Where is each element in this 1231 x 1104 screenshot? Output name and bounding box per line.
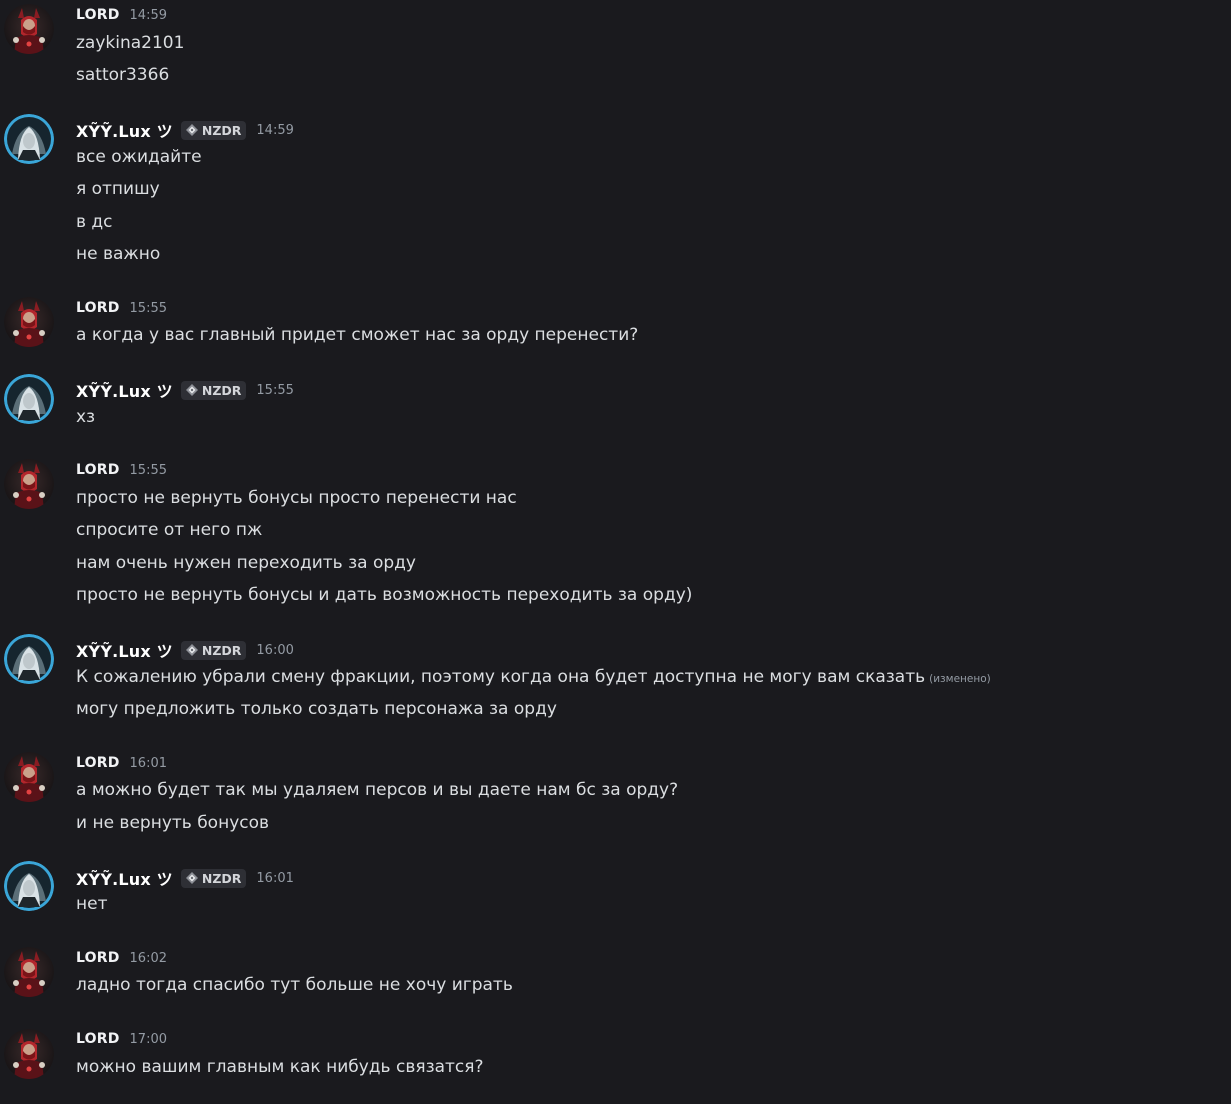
demon-warrior-avatar bbox=[4, 1029, 54, 1079]
message-text: хз bbox=[76, 407, 96, 427]
white-haired-girl-avatar bbox=[4, 861, 54, 911]
author-name[interactable]: LORD bbox=[76, 1031, 120, 1047]
demon-warrior-avatar bbox=[4, 4, 54, 54]
message-timestamp: 14:59 bbox=[256, 122, 294, 138]
demon-warrior-avatar bbox=[4, 947, 54, 997]
message-timestamp: 16:02 bbox=[129, 950, 167, 966]
demon-warrior-avatar bbox=[4, 752, 54, 802]
user-avatar[interactable] bbox=[4, 947, 54, 997]
message-text: не важно bbox=[76, 244, 161, 264]
user-avatar[interactable] bbox=[4, 752, 54, 802]
message-timestamp: 16:01 bbox=[129, 755, 167, 771]
clan-tag-label: NZDR bbox=[201, 642, 242, 658]
clan-tag-label: NZDR bbox=[201, 122, 242, 138]
clan-diamond-icon bbox=[185, 871, 199, 885]
message-timestamp: 14:59 bbox=[129, 7, 167, 23]
white-haired-girl-avatar bbox=[4, 114, 54, 164]
message-timestamp: 15:55 bbox=[129, 300, 167, 316]
message-text: К сожалению убрали смену фракции, поэтом… bbox=[76, 666, 991, 690]
clan-diamond-icon bbox=[185, 123, 199, 137]
clan-tag[interactable]: NZDR bbox=[180, 120, 247, 140]
demon-warrior-avatar bbox=[4, 459, 54, 509]
message-text: можно вашим главным как нибудь связатся? bbox=[76, 1057, 484, 1077]
user-avatar[interactable] bbox=[4, 861, 54, 911]
author-name[interactable]: LORD bbox=[76, 950, 120, 966]
message-text: ладно тогда спасибо тут больше не хочу и… bbox=[76, 975, 513, 995]
message-text: все ожидайте bbox=[76, 147, 202, 167]
author-name[interactable]: LORD bbox=[76, 755, 120, 771]
message-timestamp: 15:55 bbox=[256, 382, 294, 398]
clan-tag[interactable]: NZDR bbox=[180, 640, 247, 660]
user-avatar[interactable] bbox=[4, 114, 54, 164]
author-name[interactable]: LORD bbox=[76, 462, 120, 478]
message-timestamp: 16:01 bbox=[256, 870, 294, 886]
demon-warrior-avatar bbox=[4, 297, 54, 347]
message-text: в дс bbox=[76, 212, 113, 232]
author-name[interactable]: XỸỸ.Lux ツ bbox=[76, 638, 173, 662]
user-avatar[interactable] bbox=[4, 297, 54, 347]
clan-tag-label: NZDR bbox=[201, 870, 242, 886]
message-text: могу предложить только создать персонажа… bbox=[76, 699, 557, 719]
user-avatar[interactable] bbox=[4, 4, 54, 54]
author-name[interactable]: LORD bbox=[76, 7, 120, 23]
message-text: просто не вернуть бонусы и дать возможно… bbox=[76, 585, 693, 605]
message-text: нет bbox=[76, 894, 108, 914]
message-text: а можно будет так мы удаляем персов и вы… bbox=[76, 780, 679, 800]
clan-diamond-icon bbox=[185, 383, 199, 397]
author-name[interactable]: XỸỸ.Lux ツ bbox=[76, 378, 173, 402]
message-timestamp: 16:00 bbox=[256, 642, 294, 658]
clan-tag[interactable]: NZDR bbox=[180, 380, 247, 400]
user-avatar[interactable] bbox=[4, 1029, 54, 1079]
message-timestamp: 17:00 bbox=[129, 1031, 167, 1047]
author-name[interactable]: LORD bbox=[76, 300, 120, 316]
user-avatar[interactable] bbox=[4, 374, 54, 424]
message-text: и не вернуть бонусов bbox=[76, 813, 270, 833]
message-text: sattor3366 bbox=[76, 65, 170, 85]
edited-label: (изменено) bbox=[929, 673, 991, 685]
clan-tag[interactable]: NZDR bbox=[180, 868, 247, 888]
user-avatar[interactable] bbox=[4, 459, 54, 509]
message-text: я отпишу bbox=[76, 179, 160, 199]
message-text: а когда у вас главный придет сможет нас … bbox=[76, 325, 639, 345]
message-timestamp: 15:55 bbox=[129, 462, 167, 478]
message-text-content: К сожалению убрали смену фракции, поэтом… bbox=[76, 667, 926, 687]
message-text: zaykina2101 bbox=[76, 33, 185, 53]
white-haired-girl-avatar bbox=[4, 374, 54, 424]
message-text: спросите от него пж bbox=[76, 520, 263, 540]
clan-diamond-icon bbox=[185, 643, 199, 657]
user-avatar[interactable] bbox=[4, 634, 54, 684]
chat-message-list: LORD 14:59 zaykina2101 sattor3366 XỸỸ.Lu… bbox=[0, 0, 1231, 1104]
message-text: просто не вернуть бонусы просто перенест… bbox=[76, 488, 517, 508]
author-name[interactable]: XỸỸ.Lux ツ bbox=[76, 866, 173, 890]
message-text: нам очень нужен переходить за орду bbox=[76, 553, 416, 573]
clan-tag-label: NZDR bbox=[201, 382, 242, 398]
white-haired-girl-avatar bbox=[4, 634, 54, 684]
author-name[interactable]: XỸỸ.Lux ツ bbox=[76, 118, 173, 142]
